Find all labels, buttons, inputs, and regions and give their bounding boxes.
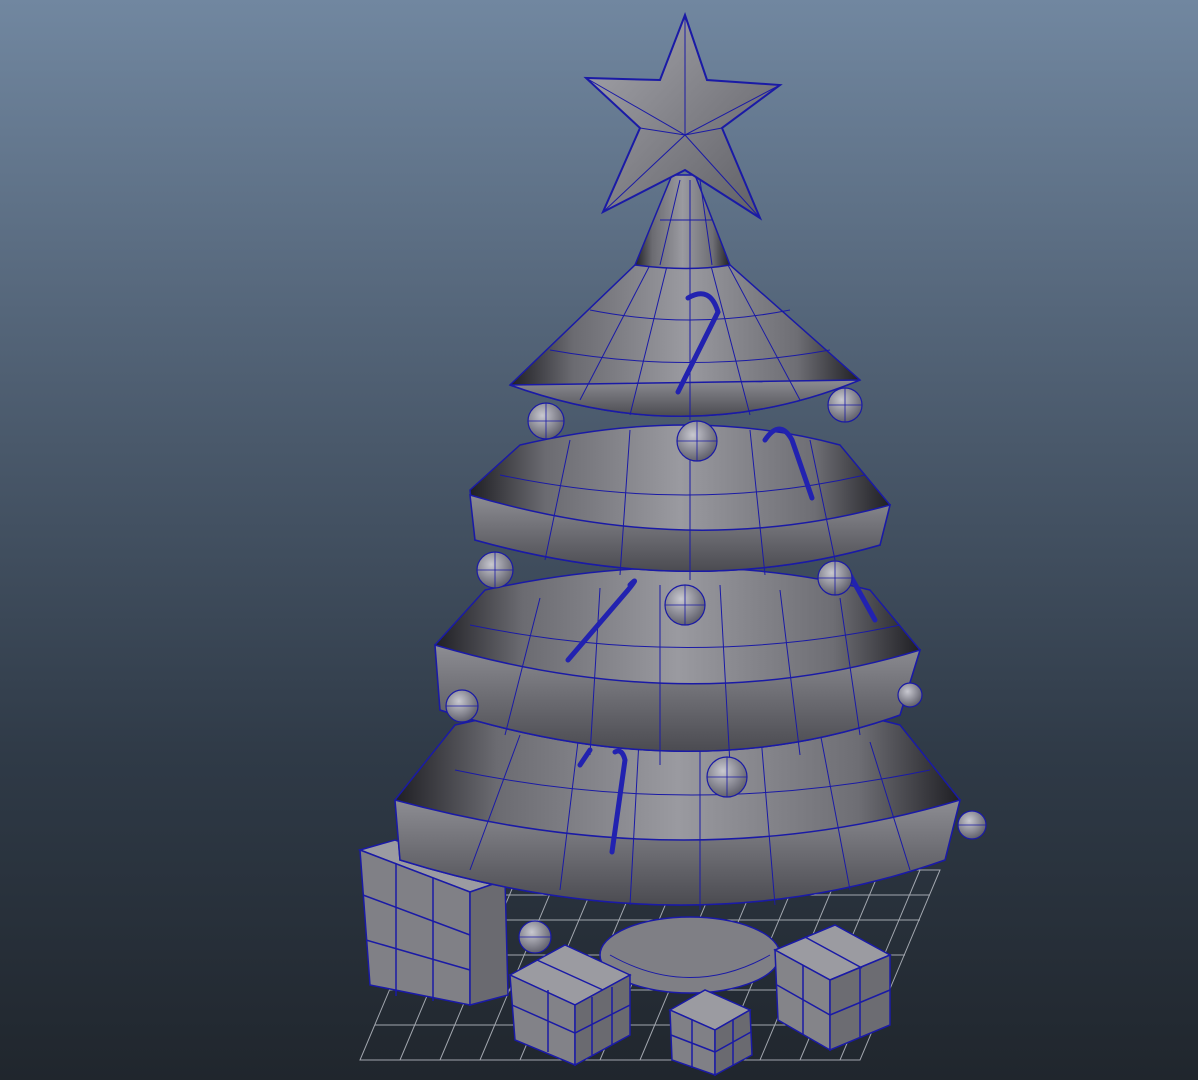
viewport-scene: [357, 12, 987, 1077]
ornament-ball: [897, 682, 923, 708]
gift-box-right: [773, 924, 892, 1052]
3d-viewport[interactable]: [0, 0, 1198, 1080]
tree-tier-1: [508, 260, 862, 420]
gift-box-small-center: [668, 989, 753, 1077]
